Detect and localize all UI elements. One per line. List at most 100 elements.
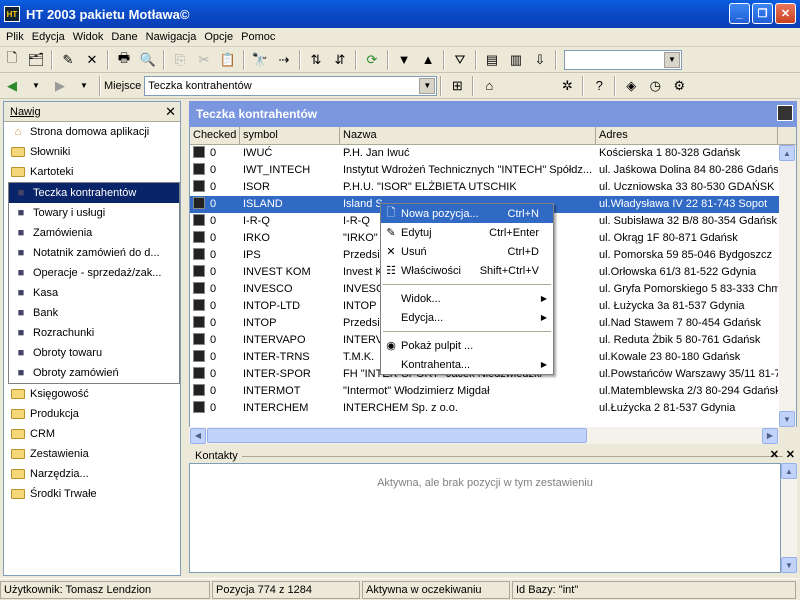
- column-nazwa[interactable]: Nazwa: [340, 127, 596, 144]
- home-icon[interactable]: ⌂: [478, 75, 500, 97]
- contractor-icon: [193, 197, 205, 209]
- minimize-button[interactable]: _: [729, 3, 750, 24]
- scroll-right-icon[interactable]: ▶: [762, 427, 778, 444]
- nav-item-nav.items-2[interactable]: Kartoteki: [4, 162, 180, 182]
- column-symbol[interactable]: symbol: [240, 127, 340, 144]
- nav-item-nav.bottom-3[interactable]: Zestawienia: [4, 444, 180, 464]
- table-row[interactable]: 0 ISOR P.H.U. "ISOR" ELŻBIETA UTSCHIK ul. U…: [190, 179, 796, 196]
- context-menu-label: Pokaż pulpit ...: [401, 339, 474, 352]
- close-button[interactable]: ✕: [775, 3, 796, 24]
- move-up-icon[interactable]: ▲: [417, 49, 439, 71]
- sort-desc-icon[interactable]: ⇵: [329, 49, 351, 71]
- menu-plik[interactable]: Plik: [2, 31, 28, 43]
- menu-edycja[interactable]: Edycja: [28, 31, 69, 43]
- edit-icon[interactable]: ✎: [57, 49, 79, 71]
- cash-register-icon: ■: [17, 287, 25, 299]
- address-combo[interactable]: Teczka kontrahentów ▼: [144, 75, 438, 96]
- scroll-down-icon[interactable]: ▼: [779, 411, 795, 427]
- column-adres[interactable]: Adres: [596, 127, 778, 144]
- back-icon[interactable]: ◀: [1, 75, 23, 97]
- clock-icon[interactable]: ◷: [644, 75, 666, 97]
- columns-icon[interactable]: ▥: [505, 49, 527, 71]
- view-select[interactable]: ▼: [564, 49, 682, 70]
- table-row[interactable]: 0 IWT_INTECH Instytut Wdrożeń Technicznych…: [190, 162, 796, 179]
- print-icon[interactable]: 🖶: [113, 49, 135, 71]
- scroll-left-icon[interactable]: ◀: [190, 427, 206, 444]
- nav-item-nav.subitems-5[interactable]: ■ Kasa: [9, 283, 179, 303]
- scroll-down-icon[interactable]: ▼: [781, 557, 797, 573]
- scroll-thumb[interactable]: [207, 428, 587, 443]
- connect-icon[interactable]: ⚙: [668, 75, 690, 97]
- column-checked[interactable]: Checked: [190, 127, 240, 144]
- menu-dane[interactable]: Dane: [107, 31, 141, 43]
- layout-icon[interactable]: ▤: [481, 49, 503, 71]
- restore-button[interactable]: ❐: [752, 3, 773, 24]
- nav-item-nav.items-1[interactable]: Słowniki: [4, 142, 180, 162]
- contacts-empty-text: Aktywna, ale brak pozycji w tym zestawie…: [377, 477, 593, 489]
- nav-item-nav.subitems-7[interactable]: ■ Rozrachunki: [9, 323, 179, 343]
- export-icon[interactable]: ⇩: [529, 49, 551, 71]
- menu-nawigacja[interactable]: Nawigacja: [142, 31, 201, 43]
- nav-item-nav.bottom-2[interactable]: CRM: [4, 424, 180, 444]
- back-dropdown-icon[interactable]: ▼: [25, 75, 47, 97]
- contacts-scrollbar[interactable]: ▲ ▼: [781, 463, 797, 573]
- nav-item-nav.bottom-4[interactable]: Narzędzia...: [4, 464, 180, 484]
- nav-item-nav.subitems-1[interactable]: ■ Towary i usługi: [9, 203, 179, 223]
- nav-item-nav.items-0[interactable]: ⌂ Strona domowa aplikacji: [4, 122, 180, 142]
- scroll-up-icon[interactable]: ▲: [779, 145, 795, 161]
- menu-widok[interactable]: Widok: [69, 31, 108, 43]
- nav-item-nav.bottom-1[interactable]: Produkcja: [4, 404, 180, 424]
- scroll-up-icon[interactable]: ▲: [781, 463, 797, 479]
- new-doc-icon[interactable]: 🗋: [1, 49, 23, 71]
- table-row[interactable]: 0 INTERCHEM INTERCHEM Sp. z o.o. ul.Łużycka…: [190, 400, 796, 417]
- context-menu-item[interactable]: ✎ Edytuj Ctrl+Enter: [381, 223, 553, 242]
- print-preview-icon[interactable]: 🔍: [137, 49, 159, 71]
- nav-item-nav.subitems-9[interactable]: ■ Obroty zamówień: [9, 363, 179, 383]
- checked-value: 0: [210, 351, 217, 363]
- context-menu-item[interactable]: Edycja... ▶: [381, 308, 553, 327]
- nav-item-nav.subitems-0[interactable]: ■ Teczka kontrahentów: [9, 183, 179, 203]
- nav-item-nav.subitems-4[interactable]: ■ Operacje - sprzedaż/zak...: [9, 263, 179, 283]
- context-menu-item[interactable]: ☷ Właściwości Shift+Ctrl+V: [381, 261, 553, 280]
- pane-close-icon[interactable]: ✕: [786, 448, 795, 461]
- paste-icon[interactable]: 📋: [217, 49, 239, 71]
- context-menu-item[interactable]: ✕ Usuń Ctrl+D: [381, 242, 553, 261]
- eraser-icon[interactable]: ◈: [620, 75, 642, 97]
- table-row[interactable]: 0 INTERMOT "Intermot" Włodzimierz Migdał ul…: [190, 383, 796, 400]
- nav-item-nav.subitems-3[interactable]: ■ Notatnik zamówień do d...: [9, 243, 179, 263]
- plugin-icon[interactable]: ✲: [556, 75, 578, 97]
- cut-icon[interactable]: ✂: [193, 49, 215, 71]
- copy-icon[interactable]: ⎘: [169, 49, 191, 71]
- nav-item-nav.subitems-8[interactable]: ■ Obroty towaru: [9, 343, 179, 363]
- close-panel-icon[interactable]: ✕: [165, 104, 176, 120]
- table-row[interactable]: 0 IWUĆ P.H. Jan Iwuć Kościerska 1 80-328 Gd…: [190, 145, 796, 162]
- refresh-icon[interactable]: ⟳: [361, 49, 383, 71]
- properties-icon[interactable]: 🗂: [25, 49, 47, 71]
- context-menu-item[interactable]: Widok... ▶: [381, 289, 553, 308]
- find-next-icon[interactable]: ⇢: [273, 49, 295, 71]
- menu-opcje[interactable]: Opcje: [200, 31, 237, 43]
- nav-item-nav.bottom-0[interactable]: Księgowość: [4, 384, 180, 404]
- delete-icon[interactable]: ✕: [81, 49, 103, 71]
- nav-item-nav.bottom-5[interactable]: Środki Trwałe: [4, 484, 180, 504]
- nav-item-nav.subitems-6[interactable]: ■ Bank: [9, 303, 179, 323]
- sort-asc-icon[interactable]: ⇅: [305, 49, 327, 71]
- nav-item-nav.subitems-2[interactable]: ■ Zamówienia: [9, 223, 179, 243]
- filter-icon[interactable]: ⛛: [449, 49, 471, 71]
- contacts-close-icon[interactable]: ✕: [770, 448, 779, 461]
- horizontal-scrollbar[interactable]: ◀ ▶: [189, 427, 779, 444]
- context-menu-item[interactable]: ◉ Pokaż pulpit ...: [381, 336, 553, 355]
- chevron-down-icon[interactable]: ▼: [664, 51, 680, 68]
- find-icon[interactable]: 🔭: [249, 49, 271, 71]
- move-down-icon[interactable]: ▼: [393, 49, 415, 71]
- vertical-scrollbar[interactable]: ▲ ▼: [779, 145, 796, 427]
- chevron-down-icon[interactable]: ▼: [419, 77, 436, 94]
- forward-icon[interactable]: ▶: [49, 75, 71, 97]
- menu-pomoc[interactable]: Pomoc: [237, 31, 279, 43]
- context-menu-item[interactable]: Kontrahenta... ▶: [381, 355, 553, 374]
- forward-dropdown-icon[interactable]: ▼: [73, 75, 95, 97]
- cell-adres: ul. Uczniowska 33 80-530 GDAŃSK: [599, 181, 775, 193]
- tree-icon[interactable]: ⊞: [446, 75, 468, 97]
- help-icon[interactable]: ?: [588, 75, 610, 97]
- context-menu-item[interactable]: 🗋 Nowa pozycja... Ctrl+N: [381, 204, 553, 223]
